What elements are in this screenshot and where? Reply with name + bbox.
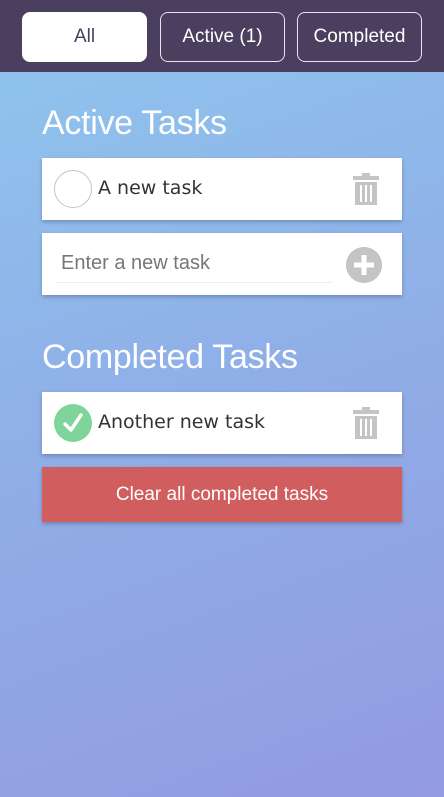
filter-completed-button[interactable]: Completed [297,12,422,62]
task-text: Another new task [98,411,266,433]
filter-all-button[interactable]: All [22,12,147,62]
task-item: A new task [42,158,402,220]
completed-tasks-heading: Completed Tasks [42,338,298,376]
filter-active-button[interactable]: Active (1) [160,12,285,62]
clear-completed-button[interactable]: Clear all completed tasks [42,467,402,522]
task-checkbox[interactable] [54,404,92,442]
task-text: A new task [98,177,203,199]
filter-bar: All Active (1) Completed [0,0,444,72]
new-task-input[interactable] [56,245,332,283]
new-task-form [42,233,402,295]
plus-circle-icon[interactable] [346,247,382,283]
task-item: Another new task [42,392,402,454]
trash-icon[interactable] [352,407,380,439]
task-checkbox[interactable] [54,170,92,208]
checkmark-icon [63,413,83,432]
trash-icon[interactable] [352,173,380,205]
active-tasks-heading: Active Tasks [42,104,227,142]
